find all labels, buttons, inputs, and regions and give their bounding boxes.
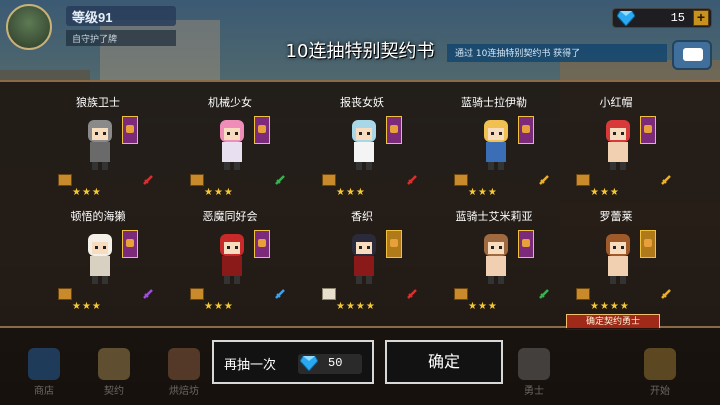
nav-bakery[interactable]: 烘焙坊 [164,348,204,400]
hero-card[interactable]: 机械少女 ★★★ [170,94,290,204]
hero-card[interactable]: 恶魔同好会 ★★★ [170,208,290,318]
player-level: 等级91 [66,6,176,26]
gem-icon [617,11,635,26]
rank-banner-icon [254,230,270,258]
scroll-icon [190,174,204,186]
weapon-icon [143,175,153,185]
scroll-icon [576,288,590,300]
scroll-icon [58,288,72,300]
add-gems-button[interactable]: + [693,10,709,26]
hero-stars: ★★★★ [336,301,376,312]
nav-start[interactable]: 开始 [640,348,680,400]
rank-banner-icon [386,230,402,258]
hero-name: 机械少女 [208,96,252,109]
nav-label: 开始 [650,386,670,397]
hero-stars: ★★★ [204,301,234,312]
hero-name: 罗蕾莱 [599,210,633,223]
scroll-icon [454,174,468,186]
hero-name: 顿悟的海獭 [70,210,126,223]
gem-icon [300,356,318,371]
hero-sprite [352,234,376,284]
weapon-icon [661,175,671,185]
summon-again-button[interactable]: 再抽一次 50 [212,340,374,384]
hero-stars: ★★★ [72,301,102,312]
weapon-icon [539,289,549,299]
hero-name: 恶魔同好会 [202,210,258,223]
helmet-icon [518,348,550,380]
scroll-icon [454,288,468,300]
hero-sprite [220,120,244,170]
hero-sprite [606,234,630,284]
contract-icon [98,348,130,380]
rank-banner-icon [640,116,656,144]
scroll-icon [576,174,590,186]
weapon-icon [661,289,671,299]
start-icon [644,348,676,380]
summon-cost-value: 50 [328,356,343,370]
hero-card[interactable]: 蓝骑士拉伊勒 ★★★ [434,94,554,204]
hero-sprite [220,234,244,284]
hero-sprite [352,120,376,170]
gem-count: 15 [670,11,685,25]
rank-banner-icon [518,116,534,144]
nav-shop[interactable]: 商店 [24,348,64,400]
hero-card[interactable]: 罗蕾莱 ★★★★ [556,208,676,318]
rank-banner-icon [640,230,656,258]
weapon-icon [407,289,417,299]
hero-card[interactable]: 小红帽 ★★★ [556,94,676,204]
notice-banner: 通过 10连抽特别契约书 获得了 [447,44,667,62]
scroll-icon [322,288,336,300]
hero-card[interactable]: 蓝骑士艾米莉亚 ★★★ [434,208,554,318]
hero-name: 小红帽 [599,96,633,109]
hero-sprite [484,234,508,284]
gem-counter: 15 + [612,8,712,28]
hero-stars: ★★★ [72,187,102,198]
weapon-icon [275,175,285,185]
weapon-icon [275,289,285,299]
nav-label: 勇士 [524,386,544,397]
hero-name: 蓝骑士拉伊勒 [461,96,527,109]
hero-stars: ★★★ [204,187,234,198]
hero-stars: ★★★ [468,301,498,312]
hero-card[interactable]: 香织 ★★★★ [302,208,422,318]
rank-banner-icon [386,116,402,144]
hero-stars: ★★★ [468,187,498,198]
hero-card[interactable]: 顿悟的海獭 ★★★ [38,208,158,318]
nav-label: 契约 [104,386,124,397]
scroll-icon [58,174,72,186]
hero-name: 狼族卫士 [76,96,120,109]
hero-card[interactable]: 报丧女妖 ★★★ [302,94,422,204]
hero-sprite [88,234,112,284]
confirm-button[interactable]: 确定 [385,340,503,384]
chat-bubble-icon [683,48,703,61]
rank-banner-icon [518,230,534,258]
summon-cost: 50 [298,354,362,374]
weapon-icon [539,175,549,185]
weapon-icon [143,289,153,299]
hero-card[interactable]: 狼族卫士 ★★★ [38,94,158,204]
hero-stars: ★★★★ [590,301,630,312]
hero-stars: ★★★ [590,187,620,198]
rank-banner-icon [122,116,138,144]
nav-label: 烘焙坊 [169,386,199,397]
scroll-icon [190,288,204,300]
scroll-icon [322,174,336,186]
hero-stars: ★★★ [336,187,366,198]
bakery-icon [168,348,200,380]
rank-banner-icon [254,116,270,144]
hero-sprite [606,120,630,170]
hero-name: 蓝骑士艾米莉亚 [455,210,533,223]
hero-name: 报丧女妖 [340,96,384,109]
summon-again-label: 再抽一次 [224,358,277,373]
weapon-icon [407,175,417,185]
hero-sprite [88,120,112,170]
rank-banner-icon [122,230,138,258]
shop-icon [28,348,60,380]
chat-button[interactable] [672,40,712,70]
hero-sprite [484,120,508,170]
nav-label: 商店 [34,386,54,397]
hero-name: 香织 [351,210,373,223]
nav-contract[interactable]: 契约 [94,348,134,400]
nav-heroes[interactable]: 勇士 [514,348,554,400]
